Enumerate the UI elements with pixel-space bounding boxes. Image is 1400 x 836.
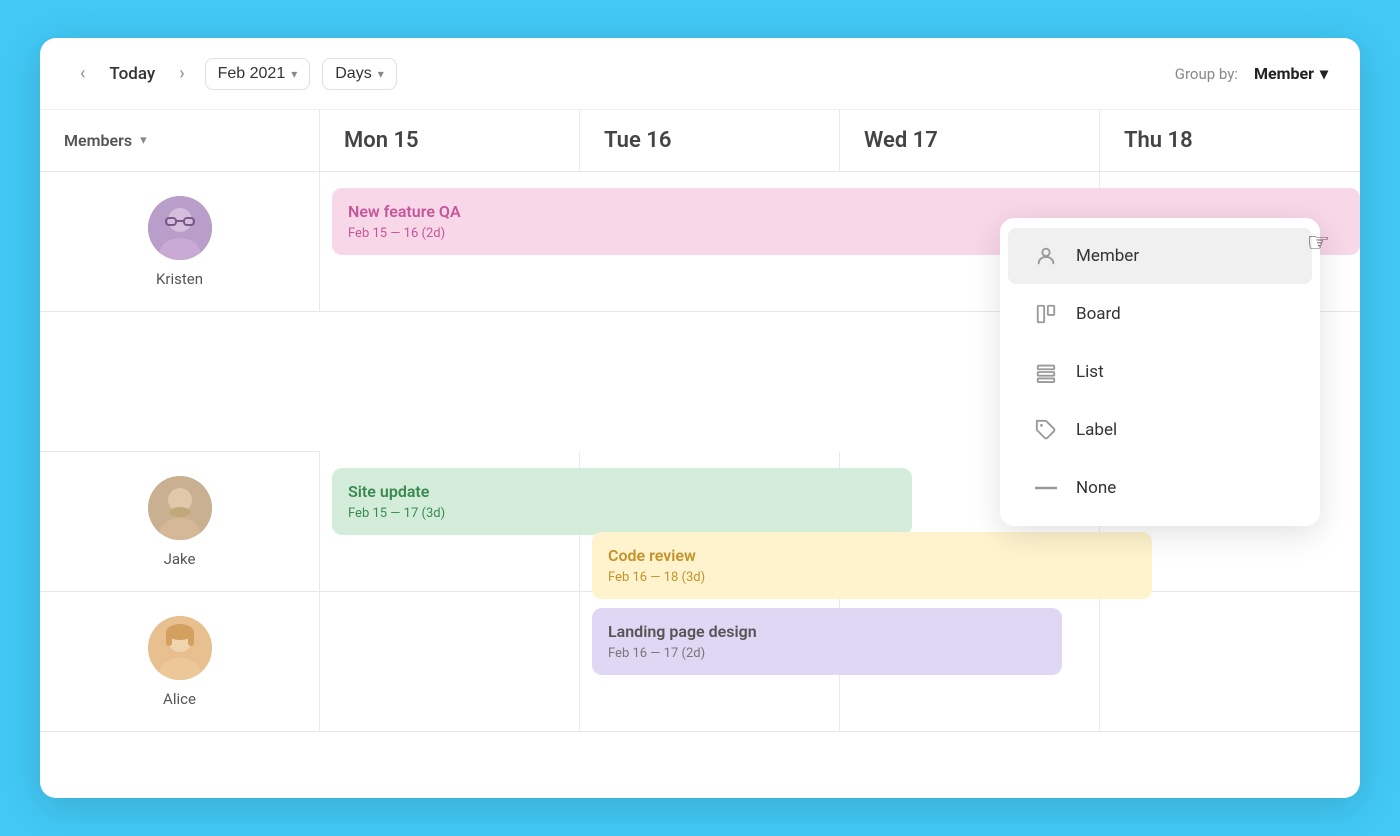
member-name-jake: Jake bbox=[164, 550, 196, 568]
toolbar: ‹ Today › Feb 2021 ▾ Days ▾ Group by: Me… bbox=[40, 38, 1360, 110]
members-header-arrow[interactable]: ▾ bbox=[140, 133, 147, 148]
person-icon bbox=[1032, 242, 1060, 270]
event-site-update[interactable]: Site update Feb 15 — 17 (3d) bbox=[332, 468, 912, 535]
calendar-header-row: Members ▾ Mon 15 Tue 16 Wed 17 Thu 18 bbox=[40, 110, 1360, 172]
event-date-site-update: Feb 15 — 17 (3d) bbox=[348, 506, 896, 521]
kristen-event-cell-mon: New feature QA Feb 15 — 16 (2d) bbox=[320, 172, 840, 312]
dropdown-label-member: Member bbox=[1076, 246, 1139, 266]
dropdown-label-none: None bbox=[1076, 478, 1116, 498]
board-icon bbox=[1032, 300, 1060, 328]
kristen-event-cell-thu bbox=[40, 312, 320, 452]
avatar-kristen bbox=[148, 196, 212, 260]
header-day3: Wed 17 bbox=[840, 110, 1100, 172]
prev-arrow[interactable]: ‹ bbox=[72, 59, 93, 88]
tag-icon bbox=[1032, 416, 1060, 444]
member-cell-alice: Alice bbox=[40, 592, 320, 732]
today-button[interactable]: Today bbox=[101, 60, 163, 88]
member-name-kristen: Kristen bbox=[156, 270, 203, 288]
dropdown-item-none[interactable]: None bbox=[1008, 460, 1312, 516]
header-day1: Mon 15 bbox=[320, 110, 580, 172]
event-title-code-review: Code review bbox=[608, 546, 1136, 565]
dash-icon bbox=[1032, 474, 1060, 502]
dropdown-item-member[interactable]: Member ☞ bbox=[1008, 228, 1312, 284]
dropdown-item-label[interactable]: Label bbox=[1008, 402, 1312, 458]
avatar-jake bbox=[148, 476, 212, 540]
nav-controls: ‹ Today › bbox=[72, 59, 193, 88]
group-by-label: Group by: bbox=[1175, 65, 1238, 83]
month-dropdown[interactable]: Feb 2021 ▾ bbox=[205, 58, 311, 90]
member-name-alice: Alice bbox=[163, 690, 196, 708]
group-by-dropdown: Member ☞ Board List bbox=[1000, 218, 1320, 526]
header-day2: Tue 16 bbox=[580, 110, 840, 172]
jake-event-cell-mon: Site update Feb 15 — 17 (3d) bbox=[320, 452, 580, 592]
next-arrow[interactable]: › bbox=[171, 59, 192, 88]
header-day4: Thu 18 bbox=[1100, 110, 1360, 172]
avatar-alice bbox=[148, 616, 212, 680]
alice-event-cell-tue: Landing page design Feb 16 — 17 (2d) bbox=[580, 592, 840, 732]
days-dropdown[interactable]: Days ▾ bbox=[322, 58, 396, 90]
member-row-alice: Alice Landing page design Feb 16 — 17 (2… bbox=[40, 592, 1360, 732]
dropdown-item-list[interactable]: List bbox=[1008, 344, 1312, 400]
alice-event-cell-thu bbox=[1100, 592, 1360, 732]
event-date-landing-page-design: Feb 16 — 17 (2d) bbox=[608, 646, 1046, 661]
event-code-review[interactable]: Code review Feb 16 — 18 (3d) bbox=[592, 532, 1152, 599]
event-landing-page-design[interactable]: Landing page design Feb 16 — 17 (2d) bbox=[592, 608, 1062, 675]
member-cell-jake: Jake bbox=[40, 452, 320, 592]
dropdown-label-label: Label bbox=[1076, 420, 1117, 440]
members-header-cell: Members ▾ bbox=[40, 110, 320, 172]
event-title-site-update: Site update bbox=[348, 482, 896, 501]
group-by-value[interactable]: Member ▾ bbox=[1254, 64, 1328, 83]
app-container: ‹ Today › Feb 2021 ▾ Days ▾ Group by: Me… bbox=[40, 38, 1360, 798]
dropdown-label-board: Board bbox=[1076, 304, 1121, 324]
event-title-landing-page-design: Landing page design bbox=[608, 622, 1046, 641]
list-icon bbox=[1032, 358, 1060, 386]
members-header-label: Members bbox=[64, 131, 132, 150]
event-date-code-review: Feb 16 — 18 (3d) bbox=[608, 570, 1136, 585]
dropdown-item-board[interactable]: Board bbox=[1008, 286, 1312, 342]
alice-event-cell-mon bbox=[320, 592, 580, 732]
member-cell-kristen: Kristen bbox=[40, 172, 320, 312]
dropdown-label-list: List bbox=[1076, 362, 1104, 382]
